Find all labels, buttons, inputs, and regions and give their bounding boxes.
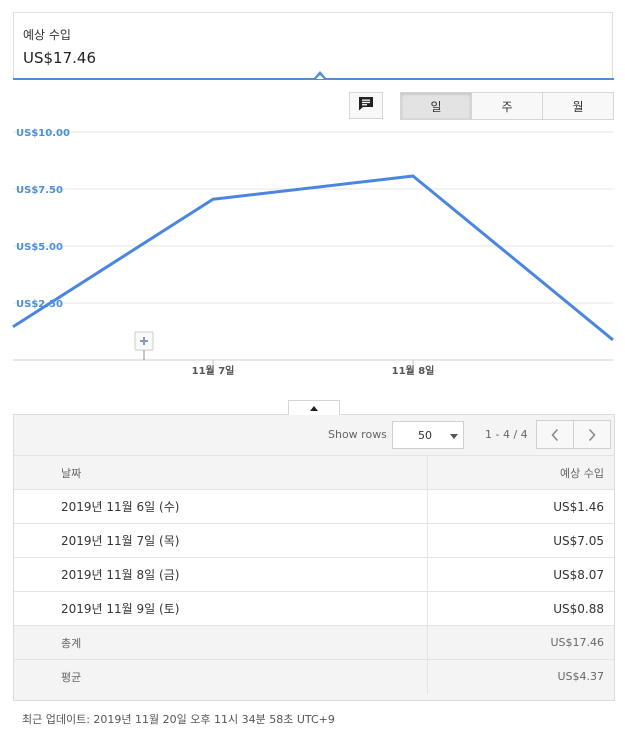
- comment-icon: [358, 96, 374, 115]
- comment-button[interactable]: [349, 92, 383, 119]
- average-label: 평균: [14, 659, 428, 694]
- earnings-column-header[interactable]: 예상 수입: [427, 455, 614, 490]
- period-toggle-group: 일 주 월: [400, 92, 614, 120]
- rows-per-page-select[interactable]: 50: [392, 421, 464, 449]
- row-date: 2019년 11월 8일 (금): [14, 557, 428, 592]
- table-row: 2019년 11월 9일 (토) US$0.88: [14, 591, 614, 626]
- period-day-button[interactable]: 일: [401, 93, 472, 119]
- date-column-header[interactable]: 날짜: [14, 455, 428, 490]
- table-row: 2019년 11월 6일 (수) US$1.46: [14, 489, 614, 524]
- chart-svg: US$10.00 US$7.50 US$5.00 US$2.50 11월 7일 11월 8…: [12, 128, 614, 377]
- table-row: 2019년 11월 7일 (목) US$7.05: [14, 523, 614, 558]
- row-date: 2019년 11월 7일 (목): [14, 523, 428, 558]
- prev-page-button[interactable]: [537, 421, 574, 448]
- chevron-left-icon: [551, 428, 559, 441]
- y-tick-label: US$2.50: [16, 299, 63, 310]
- row-value: US$8.07: [427, 557, 614, 592]
- period-week-button[interactable]: 주: [472, 93, 543, 119]
- selected-caret-inner: [316, 75, 324, 79]
- row-date: 2019년 11월 9일 (토): [14, 591, 428, 626]
- average-row: 평균 US$4.37: [14, 659, 614, 694]
- collapse-chart-button[interactable]: [288, 400, 340, 415]
- y-tick-label: US$10.00: [16, 128, 70, 139]
- summary-underline: [13, 78, 614, 80]
- period-month-button[interactable]: 월: [543, 93, 613, 119]
- next-page-button[interactable]: [574, 421, 610, 448]
- table-row: 2019년 11월 8일 (금) US$8.07: [14, 557, 614, 592]
- summary-title: 예상 수입: [23, 28, 71, 42]
- series-line: [12, 174, 614, 342]
- row-value: US$1.46: [427, 489, 614, 524]
- summary-value: US$17.46: [23, 49, 96, 67]
- last-updated-note: 최근 업데이트: 2019년 11월 20일 오후 11시 34분 58초 UT…: [22, 713, 335, 726]
- dropdown-arrow-icon: [450, 434, 458, 439]
- total-label: 총계: [14, 625, 428, 660]
- rows-per-page-value: 50: [418, 429, 432, 442]
- average-value: US$4.37: [427, 659, 614, 694]
- y-tick-label: US$7.50: [16, 185, 63, 196]
- earnings-table: 날짜 예상 수입 2019년 11월 6일 (수) US$1.46 2019년 …: [14, 455, 614, 694]
- page-range: 1 - 4 / 4: [485, 428, 528, 441]
- show-rows-label: Show rows: [328, 428, 387, 441]
- total-row: 총계 US$17.46: [14, 625, 614, 660]
- total-value: US$17.46: [427, 625, 614, 660]
- earnings-chart: US$10.00 US$7.50 US$5.00 US$2.50 11월 7일 11월 8…: [0, 125, 625, 385]
- pager: [536, 420, 611, 449]
- row-date: 2019년 11월 6일 (수): [14, 489, 428, 524]
- table-panel: Show rows 50 1 - 4 / 4 날짜 예상 수입 2019년 11…: [13, 414, 615, 701]
- chevron-right-icon: [588, 428, 596, 441]
- x-tick-label: 11월 8일: [392, 364, 435, 377]
- y-tick-label: US$5.00: [16, 242, 63, 253]
- row-value: US$0.88: [427, 591, 614, 626]
- row-value: US$7.05: [427, 523, 614, 558]
- table-header-row: 날짜 예상 수입: [14, 455, 614, 490]
- table-toolbar: Show rows 50 1 - 4 / 4: [14, 415, 614, 455]
- summary-card[interactable]: 예상 수입 US$17.46: [13, 12, 613, 78]
- chevron-up-icon: [310, 405, 318, 411]
- x-tick-label: 11월 7일: [192, 364, 235, 377]
